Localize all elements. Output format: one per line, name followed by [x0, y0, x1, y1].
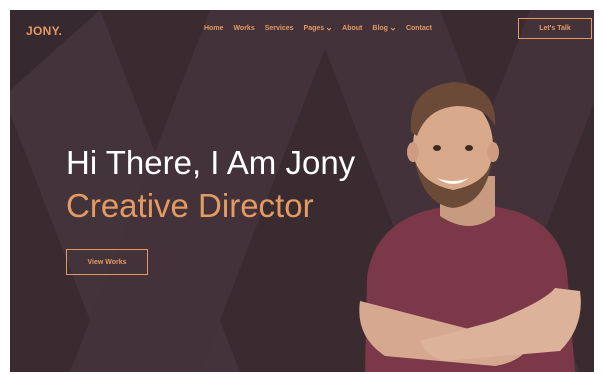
nav-item-home[interactable]: Home	[204, 25, 223, 32]
nav-item-contact[interactable]: Contact	[406, 25, 432, 32]
nav-item-blog[interactable]: Blog	[372, 25, 396, 32]
view-works-button[interactable]: View Works	[66, 249, 148, 275]
nav-label: Pages	[303, 25, 325, 32]
nav-item-pages[interactable]: Pages	[304, 25, 333, 32]
nav-label: Contact	[405, 25, 433, 32]
nav-label: Works	[233, 25, 255, 32]
nav-label: About	[342, 25, 363, 32]
lets-talk-button[interactable]: Let's Talk	[518, 18, 592, 39]
nav-label: Services	[264, 25, 294, 32]
hero-headline: Hi There, I Am Jony	[66, 144, 356, 181]
nav-label: Home	[204, 25, 224, 32]
brand-logo[interactable]: JONY.	[26, 24, 62, 38]
chevron-down-icon	[390, 27, 396, 31]
hero-section: JONY. Home Works Services Pages About Bl…	[10, 10, 594, 372]
main-nav: Home Works Services Pages About Blog Con…	[204, 25, 432, 32]
portrait-image	[359, 82, 581, 372]
chevron-down-icon	[326, 27, 332, 31]
hero-subline: Creative Director	[66, 187, 314, 224]
nav-label: Blog	[372, 25, 388, 32]
nav-item-services[interactable]: Services	[265, 25, 294, 32]
nav-item-works[interactable]: Works	[233, 25, 254, 32]
nav-item-about[interactable]: About	[342, 25, 362, 32]
